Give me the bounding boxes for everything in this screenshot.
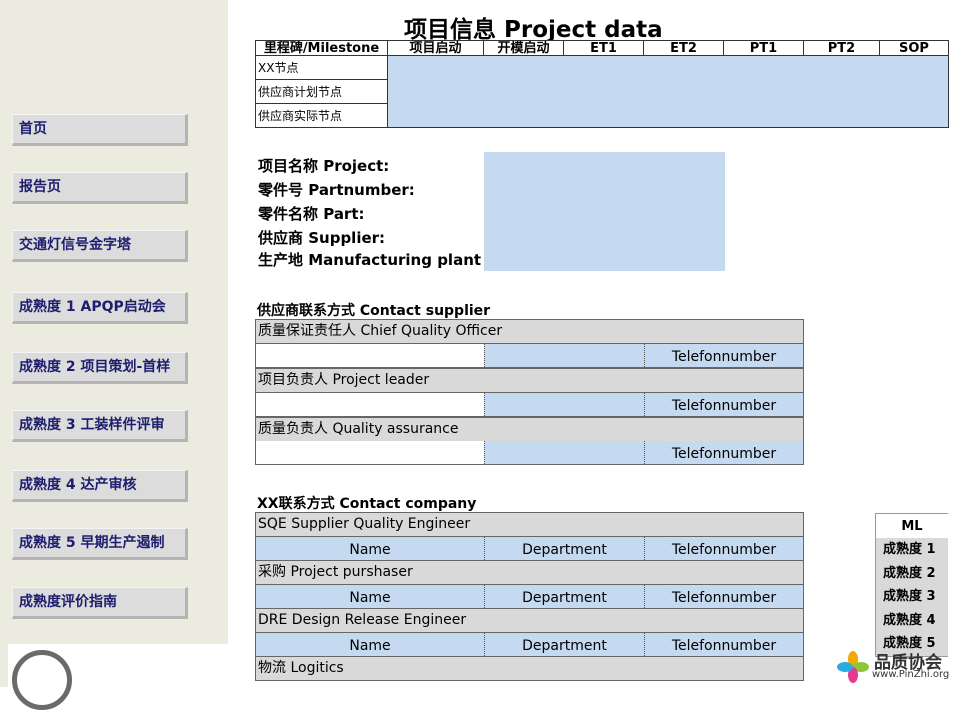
supplier-name-field[interactable] [256,393,484,416]
watermark-flower-icon [837,651,869,683]
milestone-header-cell: PT2 [803,40,880,56]
milestone-row-label: XX节点 [255,55,388,80]
company-department-field[interactable]: Department [484,537,644,560]
supplier-phone-field[interactable]: Telefonnumber [644,344,803,367]
milestone-header-cell: PT1 [723,40,804,56]
company-phone-field[interactable]: Telefonnumber [644,537,803,560]
milestone-header-cell: 里程碑/Milestone [255,40,388,56]
maturity-legend-item: 成熟度 1 [876,538,948,562]
company-role-label-row: 采购 Project purshaser [255,560,804,585]
nav-maturity-2-button[interactable]: 成熟度 2 项目策划-首样 [12,352,188,384]
supplier-contact-row: Telefonnumber [255,344,804,368]
supplier-role-label: 项目负责人 Project leader [258,372,430,388]
company-name-field[interactable]: Name [256,585,484,608]
milestone-table: 里程碑/Milestone 项目启动 开模启动 ET1 ET2 PT1 PT2 … [255,40,949,128]
supplier-department-field[interactable] [484,393,644,416]
project-name-label: 项目名称 Project: [258,157,390,175]
supplier-role-label-row: 质量保证责任人 Chief Quality Officer [255,319,804,344]
watermark: 品质协会 www.PinZhi.org [836,648,956,686]
sidebar: 首页 报告页 交通灯信号金字塔 成熟度 1 APQP启动会 成熟度 2 项目策划… [0,0,228,710]
maturity-level-legend: ML 成熟度 1 成熟度 2 成熟度 3 成熟度 4 成熟度 5 [875,513,948,657]
supplier-role-label-row: 项目负责人 Project leader [255,368,804,393]
company-phone-field[interactable]: Telefonnumber [644,633,803,656]
maturity-legend-item: 成熟度 3 [876,585,948,609]
supplier-role-label: 质量保证责任人 Chief Quality Officer [258,323,503,339]
nav-maturity-4-button[interactable]: 成熟度 4 达产审核 [12,470,188,502]
maturity-legend-item: 成熟度 2 [876,561,948,585]
supplier-phone-field[interactable]: Telefonnumber [644,441,803,464]
watermark-url: www.PinZhi.org [872,669,950,680]
supplier-contact-row: Telefonnumber [255,441,804,465]
company-role-label-row: SQE Supplier Quality Engineer [255,512,804,537]
company-role-label: 物流 Logitics [258,660,344,676]
contact-company-title: XX联系方式 Contact company [257,496,477,512]
part-number-label: 零件号 Partnumber: [258,181,415,199]
nav-maturity-1-button[interactable]: 成熟度 1 APQP启动会 [12,292,188,324]
company-role-label: 采购 Project purshaser [258,564,413,580]
company-role-label: SQE Supplier Quality Engineer [258,516,471,532]
company-contact-row: Name Department Telefonnumber [255,537,804,561]
nav-report-button[interactable]: 报告页 [12,172,188,204]
supplier-phone-field[interactable]: Telefonnumber [644,393,803,416]
company-role-label-row: DRE Design Release Engineer [255,608,804,633]
contact-supplier-title: 供应商联系方式 Contact supplier [257,303,491,319]
page-title: 项目信息 Project data [404,17,663,43]
nav-maturity-5-button[interactable]: 成熟度 5 早期生产遏制 [12,528,188,560]
supplier-role-label: 质量负责人 Quality assurance [258,421,459,437]
company-name-field[interactable]: Name [256,633,484,656]
nav-home-button[interactable]: 首页 [12,114,188,146]
nav-traffic-light-pyramid-button[interactable]: 交通灯信号金字塔 [12,230,188,262]
milestone-row-label: 供应商计划节点 [255,79,388,104]
sidebar-header-blank [4,10,228,110]
milestone-row: XX节点 [255,55,949,128]
supplier-department-field[interactable] [484,344,644,367]
maturity-legend-item: 成熟度 4 [876,608,948,632]
milestone-dates-input-area[interactable] [387,55,949,128]
supplier-contact-row: Telefonnumber [255,393,804,417]
company-role-label-row: 物流 Logitics [255,656,804,681]
milestone-header-cell: 项目启动 [387,40,484,56]
supplier-name-field[interactable] [256,344,484,367]
supplier-department-field[interactable] [484,441,644,464]
company-name-field[interactable]: Name [256,537,484,560]
part-name-label: 零件名称 Part: [258,205,365,223]
milestone-header-cell: ET1 [563,40,644,56]
company-contact-row: Name Department Telefonnumber [255,585,804,609]
manufacturing-plant-label: 生产地 Manufacturing plant [258,251,482,269]
milestone-header-row: 里程碑/Milestone 项目启动 开模启动 ET1 ET2 PT1 PT2 … [255,40,949,56]
supplier-name-field[interactable] [256,441,484,464]
company-role-label: DRE Design Release Engineer [258,612,467,628]
nav-maturity-guide-button[interactable]: 成熟度评价指南 [12,587,188,619]
milestone-row-label: 供应商实际节点 [255,103,388,128]
nav-maturity-3-button[interactable]: 成熟度 3 工装样件评审 [12,410,188,442]
company-contact-row: Name Department Telefonnumber [255,633,804,657]
supplier-role-label-row: 质量负责人 Quality assurance [255,417,804,442]
project-info-input-area[interactable] [484,152,725,271]
milestone-header-cell: ET2 [643,40,724,56]
company-department-field[interactable]: Department [484,633,644,656]
logo-ring-icon [12,650,72,710]
supplier-label: 供应商 Supplier: [258,229,386,247]
company-phone-field[interactable]: Telefonnumber [644,585,803,608]
maturity-legend-header: ML [876,514,948,538]
milestone-header-cell: 开模启动 [483,40,564,56]
company-department-field[interactable]: Department [484,585,644,608]
milestone-header-cell: SOP [879,40,949,56]
